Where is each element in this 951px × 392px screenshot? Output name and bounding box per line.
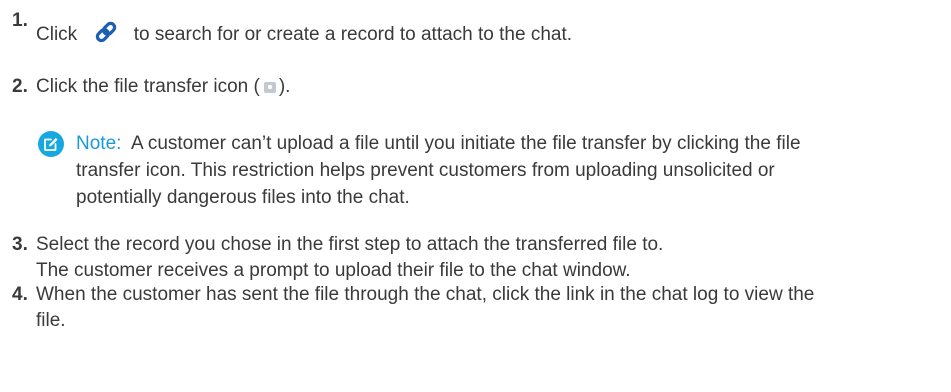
step-number: 3. bbox=[12, 234, 28, 255]
step-line-2: file. bbox=[36, 310, 66, 331]
note-body: Note: A customer can’t upload a file unt… bbox=[76, 130, 946, 211]
note-edit-icon bbox=[38, 131, 64, 157]
step-text-after: to search for or create a record to atta… bbox=[133, 24, 573, 45]
note-label: Note: bbox=[76, 133, 122, 154]
step-number: 4. bbox=[12, 284, 28, 305]
file-transfer-icon bbox=[263, 82, 276, 93]
step-line-1: When the customer has sent the file thro… bbox=[36, 284, 815, 305]
step-number: 2. bbox=[12, 76, 28, 97]
link-attach-icon bbox=[94, 20, 118, 44]
step-text-before: Click the file transfer icon ( bbox=[36, 76, 260, 97]
note-line-3: potentially dangerous files into the cha… bbox=[76, 187, 410, 208]
note-text-1: A customer can’t upload a file until you… bbox=[130, 133, 801, 154]
step-text-before: Click bbox=[36, 24, 78, 45]
step-line-2: The customer receives a prompt to upload… bbox=[36, 260, 631, 281]
step-text: Click the file transfer icon (). bbox=[36, 74, 290, 100]
note-line-2: transfer icon. This restriction helps pr… bbox=[76, 160, 775, 181]
step-text-after: ). bbox=[278, 76, 291, 97]
step-text: When the customer has sent the file thro… bbox=[36, 282, 814, 334]
step-line-1: Select the record you chose in the first… bbox=[36, 234, 664, 255]
step-number: 1. bbox=[12, 10, 28, 31]
note-line-1: Note: A customer can’t upload a file unt… bbox=[76, 130, 946, 157]
step-text: Click to search for or create a record t… bbox=[36, 20, 572, 48]
step-text: Select the record you chose in the first… bbox=[36, 232, 663, 284]
